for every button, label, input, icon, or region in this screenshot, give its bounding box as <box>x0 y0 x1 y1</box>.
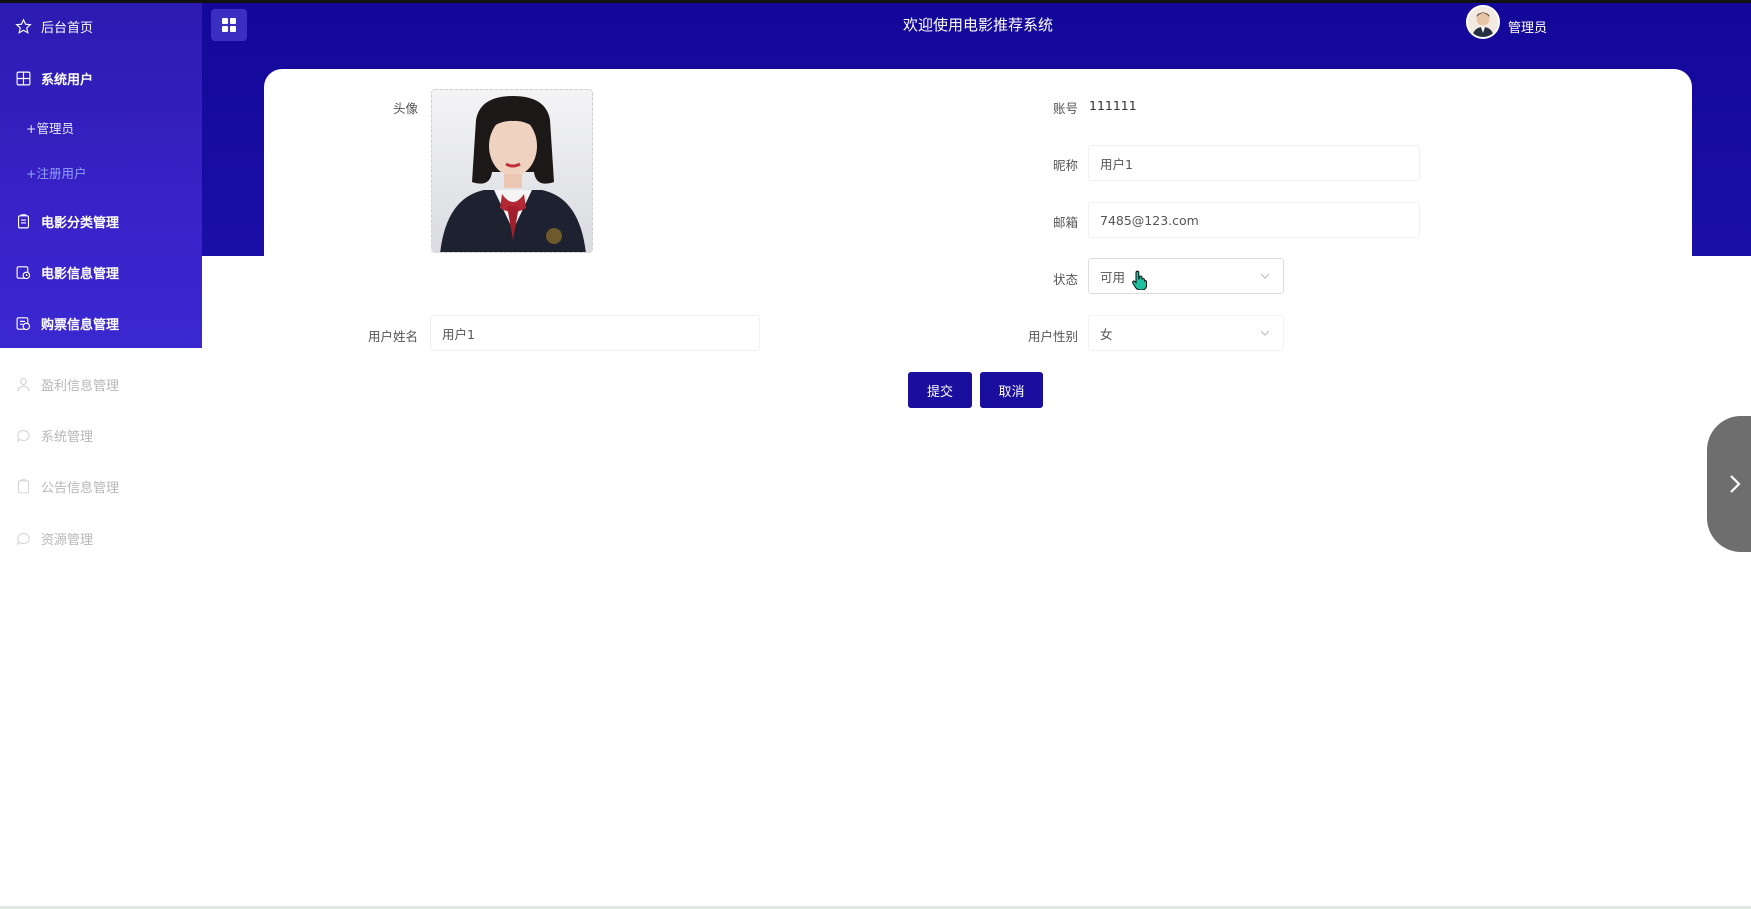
menu-toggle-button[interactable] <box>211 9 247 41</box>
clipboard-icon <box>14 212 32 230</box>
chevron-down-icon <box>1260 273 1270 279</box>
sidebar-item-label: 购票信息管理 <box>41 317 120 333</box>
star-icon <box>14 17 32 35</box>
hand-cursor-icon <box>1132 270 1147 290</box>
sidebar-item-resources[interactable]: 资源管理 <box>0 518 202 558</box>
sidebar-item-system-management[interactable]: 系统管理 <box>0 415 202 455</box>
drawer-handle[interactable] <box>1707 416 1751 552</box>
email-label: 邮箱 <box>1052 215 1078 230</box>
sidebar-item-home[interactable]: 后台首页 <box>0 6 202 46</box>
sidebar-subitem-registered-users[interactable]: +注册用户 <box>0 152 202 192</box>
avatar[interactable] <box>1466 5 1500 39</box>
chevron-right-icon <box>1730 475 1741 493</box>
email-input[interactable]: 7485@123.com <box>1088 202 1420 238</box>
sidebar-item-announcement[interactable]: 公告信息管理 <box>0 466 202 506</box>
sidebar-item-label: +注册用户 <box>26 165 87 181</box>
grid-icon <box>14 69 32 87</box>
sidebar-item-profit-info[interactable]: 盈利信息管理 <box>0 364 202 404</box>
chat-icon <box>14 529 32 547</box>
page-title: 欢迎使用电影推荐系统 <box>902 16 1053 34</box>
status-label: 状态 <box>1052 272 1078 287</box>
nickname-label: 昵称 <box>1052 158 1078 173</box>
sidebar-item-ticket-info[interactable]: 购票信息管理 <box>0 303 202 343</box>
sidebar-item-label: 盈利信息管理 <box>41 378 120 394</box>
clipboard-icon <box>14 477 32 495</box>
nickname-input[interactable]: 用户1 <box>1088 145 1420 181</box>
film-icon <box>14 263 32 281</box>
gender-label: 用户性别 <box>1027 329 1078 344</box>
grid-icon <box>222 18 236 32</box>
admin-name[interactable]: 管理员 <box>1508 17 1547 36</box>
sidebar-item-system-users[interactable]: 系统用户 <box>0 58 202 98</box>
sidebar-item-label: +管理员 <box>26 120 74 136</box>
username-input[interactable]: 用户1 <box>430 315 760 351</box>
sidebar-item-label: 后台首页 <box>41 20 94 36</box>
chat-icon <box>14 426 32 444</box>
cancel-button[interactable]: 取消 <box>980 372 1043 408</box>
status-select[interactable]: 可用 <box>1088 258 1284 294</box>
sidebar-item-label: 电影分类管理 <box>41 215 120 231</box>
sidebar-item-label: 公告信息管理 <box>41 480 120 496</box>
sidebar-item-label: 系统管理 <box>41 429 94 445</box>
submit-button[interactable]: 提交 <box>908 372 972 408</box>
gender-select-value: 女 <box>1100 326 1113 342</box>
sidebar-item-movie-category[interactable]: 电影分类管理 <box>0 201 202 241</box>
sidebar-item-label: 系统用户 <box>41 72 94 88</box>
avatar-label: 头像 <box>392 101 418 116</box>
sidebar-subitem-admin[interactable]: +管理员 <box>0 107 202 147</box>
ticket-icon <box>14 314 32 332</box>
status-select-value: 可用 <box>1100 269 1126 285</box>
chevron-down-icon <box>1260 330 1270 336</box>
sidebar-item-label: 电影信息管理 <box>41 266 120 282</box>
account-value: 111111 <box>1089 98 1137 113</box>
sidebar-item-movie-info[interactable]: 电影信息管理 <box>0 252 202 292</box>
gender-select[interactable]: 女 <box>1088 315 1284 351</box>
account-label: 账号 <box>1052 101 1078 116</box>
avatar-upload[interactable] <box>431 89 593 253</box>
sidebar-item-label: 资源管理 <box>41 532 94 548</box>
user-icon <box>14 375 32 393</box>
username-label: 用户姓名 <box>367 329 418 344</box>
portrait-image <box>432 90 592 252</box>
